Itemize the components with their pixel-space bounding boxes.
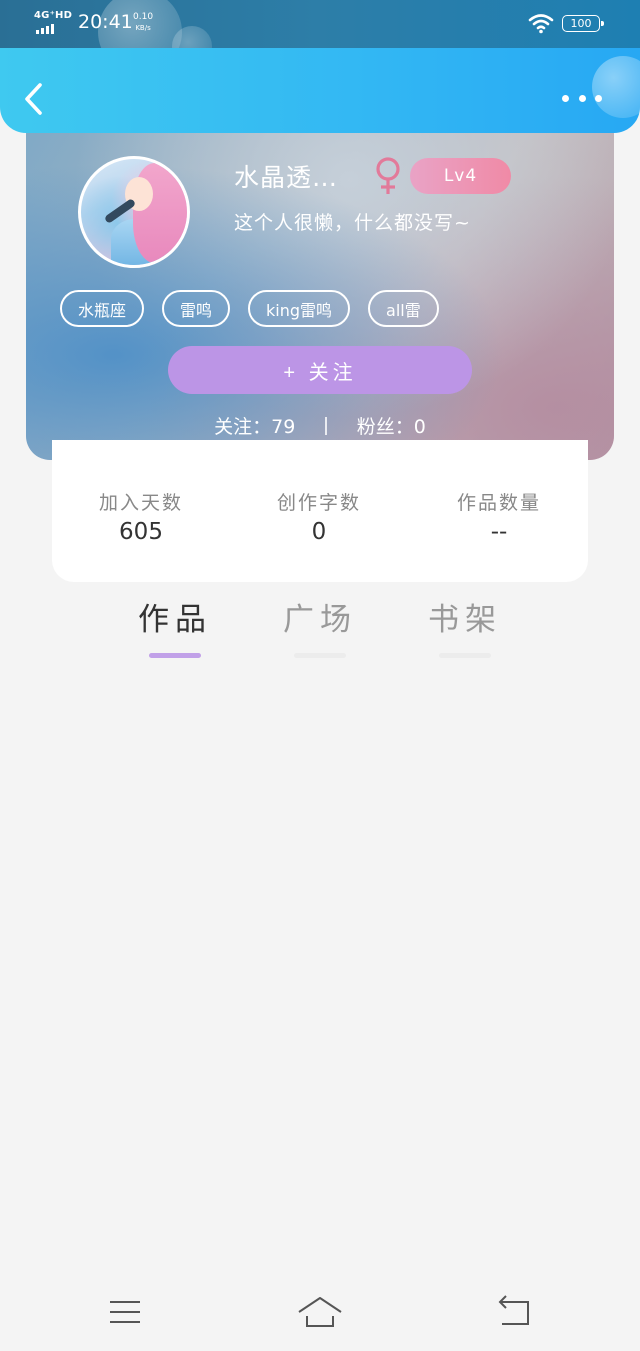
stat-value: 0 bbox=[311, 519, 327, 545]
tab-label: 书架 bbox=[428, 602, 502, 638]
female-symbol-icon bbox=[376, 157, 400, 194]
fans-count[interactable]: 粉丝：0 bbox=[357, 412, 426, 439]
stat-works-count: 作品数量 -- bbox=[410, 488, 588, 545]
network-speed-value: 0.10 bbox=[133, 12, 154, 22]
profile-card: 水晶透… Lv4 这个人很懒，什么都没写~ 水瓶座 雷鸣 king雷鸣 all雷… bbox=[26, 110, 614, 460]
battery-level: 100 bbox=[570, 17, 592, 30]
chevron-left-icon[interactable] bbox=[22, 82, 46, 116]
signal-icon bbox=[36, 24, 54, 34]
home-icon[interactable] bbox=[295, 1292, 345, 1332]
tab-indicator bbox=[439, 653, 491, 658]
stat-value: -- bbox=[490, 519, 508, 545]
bio-text: 这个人很懒，什么都没写~ bbox=[234, 212, 471, 234]
header-bar bbox=[0, 48, 640, 133]
tag-chip[interactable]: 雷鸣 bbox=[162, 290, 231, 327]
menu-icon[interactable] bbox=[100, 1292, 150, 1332]
username: 水晶透… bbox=[234, 163, 339, 192]
tab-indicator bbox=[149, 653, 201, 658]
tab-label: 广场 bbox=[283, 602, 357, 638]
follow-counts: 关注：79 粉丝：0 bbox=[26, 412, 614, 439]
avatar[interactable] bbox=[78, 156, 190, 268]
stat-label: 加入天数 bbox=[98, 492, 183, 514]
tab-bar: 作品 广场 书架 bbox=[0, 594, 640, 664]
tab-label: 作品 bbox=[138, 602, 212, 638]
tag-chip[interactable]: 水瓶座 bbox=[60, 290, 145, 327]
level-text: Lv4 bbox=[443, 166, 478, 186]
tag-list: 水瓶座 雷鸣 king雷鸣 all雷 bbox=[60, 290, 439, 327]
stats-card: 加入天数 605 创作字数 0 作品数量 -- bbox=[52, 440, 588, 582]
tab-bookshelf[interactable]: 书架 bbox=[415, 594, 515, 658]
tab-square[interactable]: 广场 bbox=[270, 594, 370, 658]
level-badge: Lv4 bbox=[410, 158, 511, 194]
network-type: 4G⁺HD bbox=[34, 10, 73, 21]
system-nav-bar bbox=[0, 1280, 640, 1351]
battery-icon: 100 bbox=[562, 15, 604, 32]
tag-chip[interactable]: all雷 bbox=[368, 290, 439, 327]
stat-value: 605 bbox=[119, 519, 163, 545]
more-dots-icon[interactable] bbox=[562, 90, 602, 106]
tab-works[interactable]: 作品 bbox=[125, 594, 225, 658]
tab-indicator bbox=[294, 653, 346, 658]
follow-button[interactable]: + 关注 bbox=[168, 346, 472, 394]
network-speed: 0.10 KB/s bbox=[133, 12, 153, 34]
following-count[interactable]: 关注：79 bbox=[214, 412, 295, 439]
status-time: 20:41 bbox=[78, 11, 133, 33]
return-icon[interactable] bbox=[490, 1292, 540, 1332]
tag-chip[interactable]: king雷鸣 bbox=[248, 290, 351, 327]
stat-word-count: 创作字数 0 bbox=[230, 488, 408, 545]
decorative-bubble bbox=[592, 56, 640, 118]
divider bbox=[325, 416, 327, 435]
stat-join-days: 加入天数 605 bbox=[52, 488, 230, 545]
status-bar: 4G⁺HD 20:41 0.10 KB/s 100 bbox=[0, 0, 640, 48]
stat-label: 作品数量 bbox=[456, 492, 541, 514]
network-speed-unit: KB/s bbox=[135, 24, 151, 32]
stat-label: 创作字数 bbox=[276, 492, 361, 514]
wifi-icon bbox=[528, 14, 554, 34]
